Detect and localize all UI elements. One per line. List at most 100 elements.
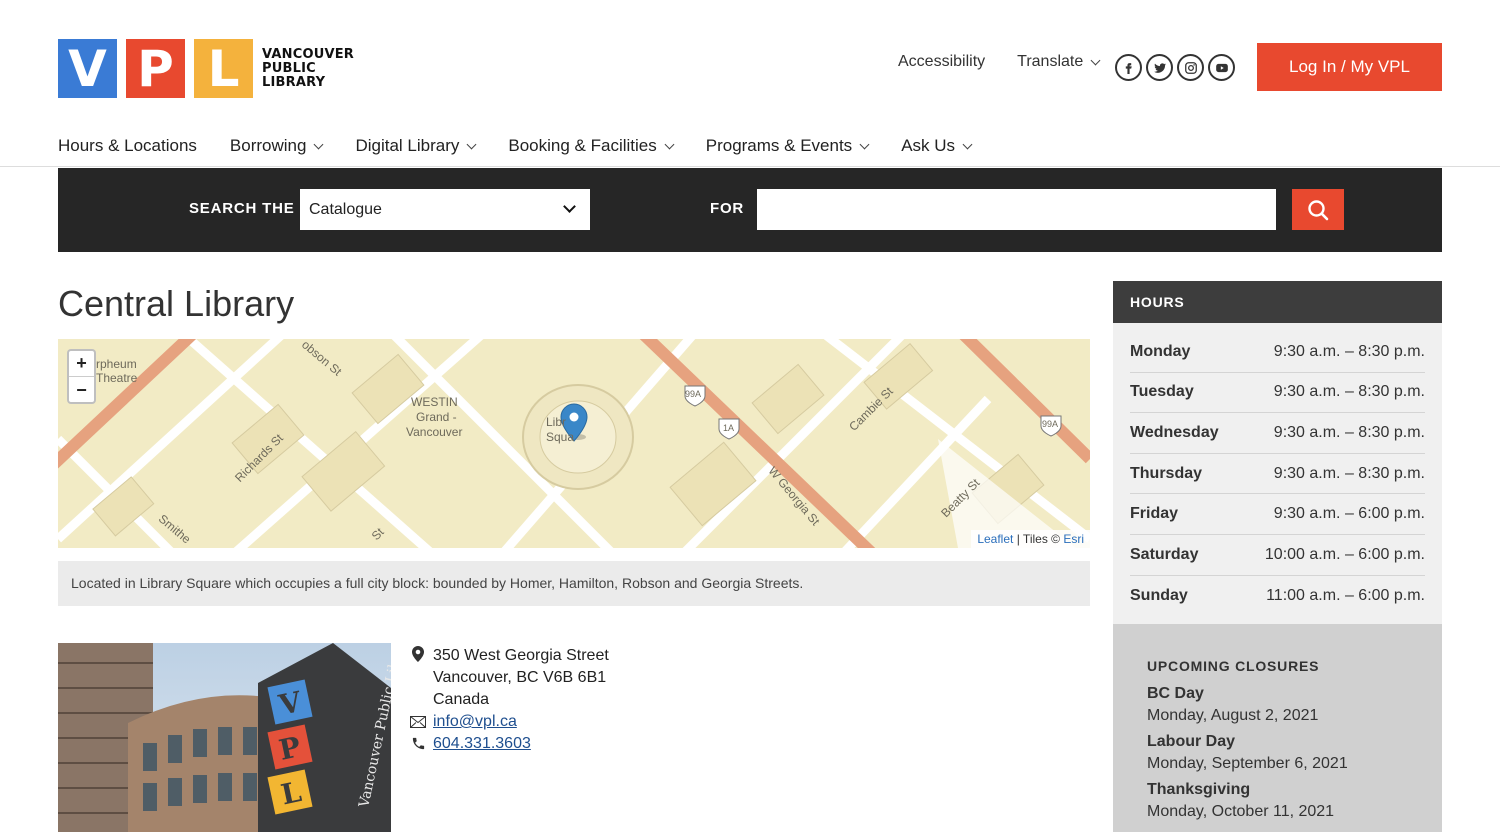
instagram-icon[interactable] (1177, 54, 1204, 81)
vpl-logo[interactable]: V P L VANCOUVER PUBLIC LIBRARY (58, 39, 354, 98)
attribution-separator: | Tiles © (1013, 532, 1064, 546)
nav-borrowing[interactable]: Borrowing (229, 136, 324, 156)
social-links (1115, 54, 1239, 81)
contact-info: 350 West Georgia Street Vancouver, BC V6… (410, 645, 609, 755)
chevron-down-icon (664, 139, 675, 149)
highway-shield-1a: 1A (723, 423, 735, 433)
map-label-library-1: Libr (546, 415, 567, 429)
address-lines: 350 West Georgia Street Vancouver, BC V6… (433, 645, 609, 711)
hours-row: Sunday 11:00 a.m. – 6:00 p.m. (1130, 576, 1425, 617)
search-scope-select[interactable]: Catalogue (300, 189, 590, 230)
hours-row: Monday 9:30 a.m. – 8:30 p.m. (1130, 332, 1425, 373)
closure-item: BC Day Monday, August 2, 2021 (1147, 683, 1408, 727)
nav-label: Hours & Locations (58, 136, 197, 155)
hours-time: 9:30 a.m. – 8:30 p.m. (1273, 464, 1425, 482)
location-map[interactable]: rpheum Theatre WESTIN Grand - Vancouver … (58, 339, 1090, 548)
email-link[interactable]: info@vpl.ca (433, 711, 517, 733)
chevron-down-icon (859, 139, 870, 149)
nav-ask-us[interactable]: Ask Us (901, 136, 973, 156)
search-icon (1308, 199, 1329, 220)
nav-booking-facilities[interactable]: Booking & Facilities (508, 136, 675, 156)
hours-day: Monday (1130, 342, 1191, 360)
library-photo-illustration: V P L Vancouver Public Library (58, 643, 391, 832)
hours-day: Sunday (1130, 586, 1188, 604)
closure-date: Monday, October 11, 2021 (1147, 803, 1335, 820)
map-zoom-control: + − (67, 349, 96, 404)
hours-day: Saturday (1130, 545, 1199, 563)
phone-row: 604.331.3603 (410, 733, 609, 755)
highway-shield-99a-east: 99A (1042, 419, 1059, 429)
twitter-icon[interactable] (1146, 54, 1173, 81)
leaflet-link[interactable]: Leaflet (977, 532, 1013, 546)
closure-item: Thanksgiving Monday, October 11, 2021 (1147, 779, 1408, 823)
map-label-library-2: Squa (546, 430, 575, 444)
search-the-label: SEARCH THE (189, 200, 295, 217)
email-row: info@vpl.ca (410, 711, 609, 733)
nav-programs-events[interactable]: Programs & Events (706, 136, 870, 156)
search-input[interactable] (757, 189, 1276, 230)
hours-time: 11:00 a.m. – 6:00 p.m. (1266, 586, 1425, 604)
hours-time: 9:30 a.m. – 8:30 p.m. (1273, 383, 1425, 401)
logo-line-2: PUBLIC (262, 60, 316, 76)
nav-digital-library[interactable]: Digital Library (355, 136, 477, 156)
logo-wordmark: VANCOUVER PUBLIC LIBRARY (262, 46, 355, 90)
main-nav: Hours & Locations Borrowing Digital Libr… (58, 136, 1004, 156)
map-label-westin-3: Vancouver (406, 425, 463, 439)
logo-tile-l: L (194, 39, 253, 98)
hours-day: Friday (1130, 505, 1179, 523)
search-bar: SEARCH THE Catalogue FOR (58, 168, 1442, 252)
closure-name: BC Day (1147, 685, 1204, 702)
hours-time: 9:30 a.m. – 8:30 p.m. (1273, 423, 1425, 441)
hours-time: 10:00 a.m. – 6:00 p.m. (1264, 545, 1425, 563)
logo-line-3: LIBRARY (262, 74, 326, 90)
closure-name: Thanksgiving (1147, 781, 1251, 798)
esri-link[interactable]: Esri (1063, 532, 1084, 546)
hours-day: Tuesday (1130, 383, 1194, 401)
zoom-in-button[interactable]: + (69, 351, 94, 377)
hours-heading: HOURS (1113, 281, 1442, 323)
nav-label: Ask Us (901, 136, 956, 155)
nav-label: Borrowing (229, 136, 307, 155)
nav-hours-locations[interactable]: Hours & Locations (58, 136, 197, 156)
logo-tile-v: V (58, 39, 117, 98)
address-line-1: 350 West Georgia Street (433, 647, 609, 664)
hours-day: Thursday (1130, 464, 1203, 482)
map-caption: Located in Library Square which occupies… (58, 561, 1090, 606)
nav-divider (0, 166, 1500, 167)
upcoming-closures: UPCOMING CLOSURES BC Day Monday, August … (1113, 624, 1442, 832)
map-label-westin-1: WESTIN (411, 395, 458, 409)
youtube-icon[interactable] (1208, 54, 1235, 81)
phone-link[interactable]: 604.331.3603 (433, 733, 531, 755)
nav-label: Digital Library (355, 136, 460, 155)
hours-day: Wednesday (1130, 423, 1219, 441)
search-button[interactable] (1292, 189, 1344, 230)
chevron-down-icon (314, 139, 324, 149)
zoom-out-button[interactable]: − (69, 377, 94, 403)
hours-time: 9:30 a.m. – 6:00 p.m. (1273, 505, 1425, 523)
highway-shield-99a: 99A (685, 389, 702, 399)
map-label-theatre: Theatre (96, 371, 138, 385)
search-for-label: FOR (710, 200, 745, 217)
login-button[interactable]: Log In / My VPL (1257, 43, 1442, 91)
translate-label: Translate (1017, 53, 1084, 70)
chevron-down-icon (563, 200, 576, 213)
phone-icon (410, 733, 426, 751)
map-label-westin-2: Grand - (416, 410, 457, 424)
chevron-down-icon (466, 139, 477, 149)
facebook-icon[interactable] (1115, 54, 1142, 81)
hours-row: Friday 9:30 a.m. – 6:00 p.m. (1130, 494, 1425, 535)
logo-line-1: VANCOUVER (262, 46, 355, 62)
accessibility-link[interactable]: Accessibility (898, 53, 985, 71)
closure-item: Labour Day Monday, September 6, 2021 (1147, 731, 1408, 775)
closure-date: Monday, August 2, 2021 (1147, 707, 1319, 724)
hours-time: 9:30 a.m. – 8:30 p.m. (1273, 342, 1425, 360)
utility-nav: Accessibility Translate (898, 53, 1101, 71)
map-label-orpheum: rpheum (96, 357, 137, 371)
nav-label: Booking & Facilities (508, 136, 657, 155)
map-pin-icon (410, 645, 426, 662)
hours-row: Saturday 10:00 a.m. – 6:00 p.m. (1130, 535, 1425, 576)
logo-tile-p: P (126, 39, 185, 98)
translate-dropdown[interactable]: Translate (1017, 53, 1101, 71)
hours-row: Thursday 9:30 a.m. – 8:30 p.m. (1130, 454, 1425, 495)
map-attribution: Leaflet | Tiles © Esri (971, 530, 1090, 548)
